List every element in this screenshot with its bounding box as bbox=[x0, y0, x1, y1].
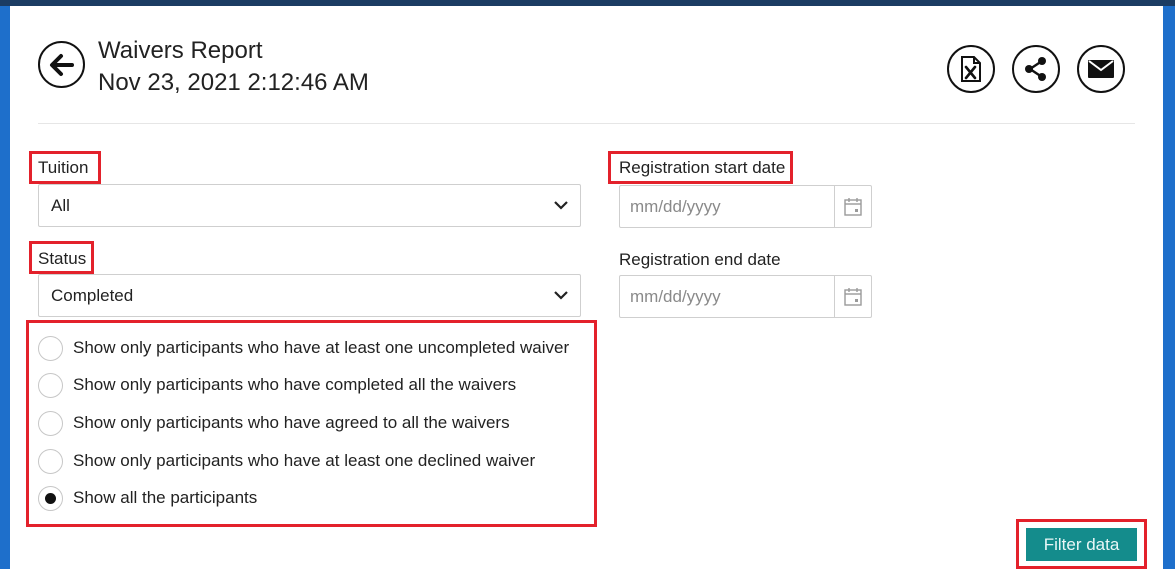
chevron-down-icon bbox=[554, 291, 568, 300]
option-completed-all[interactable]: Show only participants who have complete… bbox=[38, 371, 516, 399]
top-bar bbox=[0, 0, 1175, 6]
option-agreed-all[interactable]: Show only participants who have agreed t… bbox=[38, 409, 510, 437]
registration-end-input[interactable]: mm/dd/yyyy bbox=[619, 275, 872, 318]
report-timestamp: Nov 23, 2021 2:12:46 AM bbox=[98, 69, 369, 96]
tuition-select[interactable]: All bbox=[38, 184, 581, 227]
calendar-icon bbox=[844, 288, 862, 306]
registration-end-placeholder: mm/dd/yyyy bbox=[630, 286, 721, 306]
registration-start-calendar-button[interactable] bbox=[834, 186, 871, 227]
excel-export-button[interactable] bbox=[947, 45, 995, 93]
arrow-left-icon bbox=[49, 53, 74, 76]
radio-selected-dot bbox=[45, 492, 56, 504]
option-label: Show only participants who have agreed t… bbox=[73, 413, 510, 432]
option-label: Show only participants who have at least… bbox=[73, 338, 570, 357]
registration-start-label-highlight bbox=[608, 151, 793, 184]
status-select-value: Completed bbox=[51, 285, 134, 305]
registration-start-input[interactable]: mm/dd/yyyy bbox=[619, 185, 872, 228]
right-frame-edge bbox=[1163, 6, 1175, 569]
radio-button[interactable] bbox=[38, 448, 63, 474]
radio-button[interactable] bbox=[38, 410, 63, 436]
option-all-participants[interactable]: Show all the participants bbox=[38, 484, 257, 512]
status-select[interactable]: Completed bbox=[38, 274, 581, 317]
left-frame-edge bbox=[0, 6, 10, 569]
calendar-icon bbox=[844, 198, 862, 216]
option-declined-waiver[interactable]: Show only participants who have at least… bbox=[38, 447, 535, 475]
email-button[interactable] bbox=[1077, 45, 1125, 93]
page-title: Waivers Report bbox=[98, 37, 263, 64]
share-button[interactable] bbox=[1012, 45, 1060, 93]
radio-button[interactable] bbox=[38, 335, 63, 361]
filter-data-button[interactable]: Filter data bbox=[1026, 528, 1137, 561]
option-label: Show only participants who have complete… bbox=[73, 375, 517, 394]
radio-button-selected[interactable] bbox=[38, 485, 63, 511]
registration-end-calendar-button[interactable] bbox=[834, 276, 871, 317]
header-divider bbox=[38, 123, 1135, 124]
option-label: Show only participants who have at least… bbox=[73, 451, 536, 470]
excel-export-icon bbox=[961, 56, 981, 82]
radio-button[interactable] bbox=[38, 372, 63, 398]
email-icon bbox=[1088, 60, 1114, 78]
option-uncompleted-waiver[interactable]: Show only participants who have at least… bbox=[38, 334, 569, 362]
back-button[interactable] bbox=[38, 41, 85, 88]
chevron-down-icon bbox=[554, 201, 568, 210]
registration-end-label: Registration end date bbox=[619, 250, 781, 269]
status-label-highlight bbox=[29, 241, 94, 274]
registration-start-placeholder: mm/dd/yyyy bbox=[630, 196, 721, 216]
share-icon bbox=[1025, 57, 1046, 81]
tuition-label-highlight bbox=[29, 151, 101, 184]
tuition-select-value: All bbox=[51, 195, 70, 215]
option-label: Show all the participants bbox=[73, 488, 258, 507]
